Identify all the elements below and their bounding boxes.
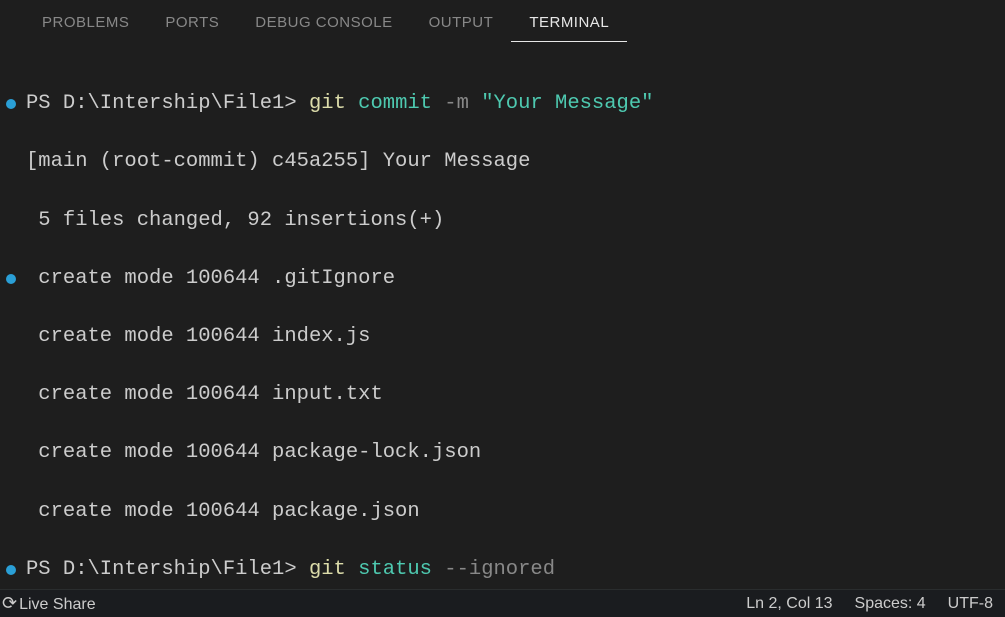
cmd-git: git [309, 92, 358, 115]
live-share-button[interactable]: ⟳Live Share [2, 593, 96, 614]
output-line: 5 files changed, 92 insertions(+) [26, 206, 1003, 235]
prompt: PS D:\Intership\File1> [26, 558, 309, 581]
tab-problems[interactable]: PROBLEMS [24, 14, 147, 42]
output-line: [main (root-commit) c45a255] Your Messag… [26, 147, 1003, 176]
output-line: create mode 100644 input.txt [26, 380, 1003, 409]
tab-output[interactable]: OUTPUT [411, 14, 512, 42]
live-share-label: Live Share [19, 596, 96, 613]
cmd-string: "Your Message" [481, 92, 653, 115]
cmd-flag: -m [444, 92, 481, 115]
output-line: create mode 100644 .gitIgnore [26, 267, 395, 290]
gutter-dot-icon [6, 99, 16, 109]
cmd-arg: commit [358, 92, 444, 115]
prompt: PS D:\Intership\File1> [26, 92, 309, 115]
gutter-dot-icon [6, 565, 16, 575]
gutter-dot-icon [6, 274, 16, 284]
line-col-indicator[interactable]: Ln 2, Col 13 [746, 595, 832, 613]
panel-tabs: PROBLEMS PORTS DEBUG CONSOLE OUTPUT TERM… [0, 0, 1005, 42]
tab-debug-console[interactable]: DEBUG CONSOLE [237, 14, 410, 42]
encoding-indicator[interactable]: UTF-8 [948, 595, 993, 613]
cmd-flag: --ignored [444, 558, 555, 581]
output-line: create mode 100644 index.js [26, 322, 1003, 351]
cmd-arg: status [358, 558, 444, 581]
spaces-indicator[interactable]: Spaces: 4 [855, 595, 926, 613]
terminal-output[interactable]: PS D:\Intership\File1> git commit -m "Yo… [0, 42, 1005, 589]
cmd-git: git [309, 558, 358, 581]
status-bar: ⟳Live Share Ln 2, Col 13 Spaces: 4 UTF-8 [0, 589, 1005, 617]
live-share-icon: ⟳ [2, 593, 17, 613]
output-line: create mode 100644 package-lock.json [26, 438, 1003, 467]
tab-ports[interactable]: PORTS [147, 14, 237, 42]
output-line: create mode 100644 package.json [26, 497, 1003, 526]
tab-terminal[interactable]: TERMINAL [511, 14, 627, 42]
